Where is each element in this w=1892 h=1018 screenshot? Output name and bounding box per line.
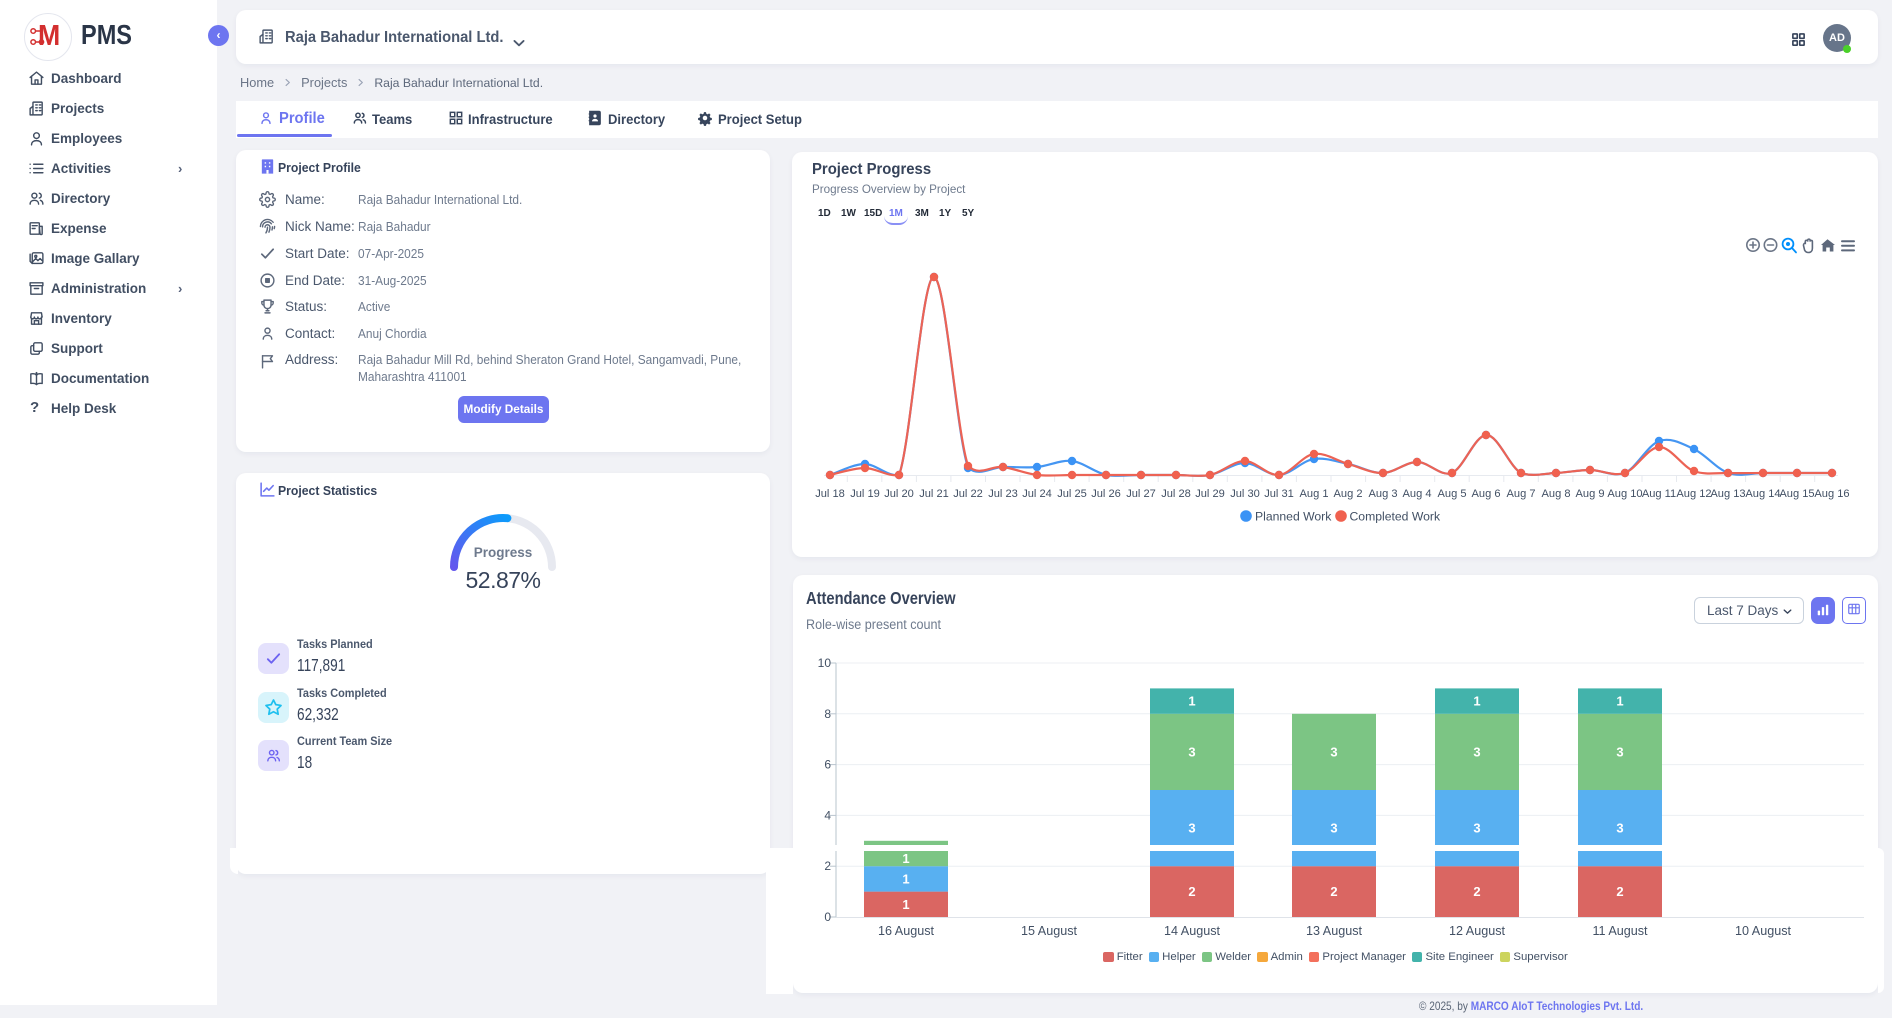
svg-text:Aug 16: Aug 16 [1814, 488, 1849, 500]
svg-text:Aug 4: Aug 4 [1403, 488, 1432, 500]
svg-text:1: 1 [902, 871, 909, 886]
svg-text:Aug 12: Aug 12 [1676, 488, 1711, 500]
svg-text:Aug 14: Aug 14 [1745, 488, 1780, 500]
svg-text:Jul 19: Jul 19 [850, 488, 880, 500]
svg-text:1: 1 [1616, 694, 1623, 709]
svg-text:Jul 26: Jul 26 [1091, 488, 1121, 500]
svg-text:Jul 28: Jul 28 [1161, 488, 1191, 500]
svg-text:Completed Work: Completed Work [1350, 510, 1441, 524]
svg-text:2: 2 [1616, 884, 1623, 899]
svg-text:16 August: 16 August [878, 924, 935, 938]
svg-text:12 August: 12 August [1449, 924, 1506, 938]
svg-text:Aug 1: Aug 1 [1300, 488, 1329, 500]
svg-text:Jul 21: Jul 21 [919, 488, 949, 500]
svg-text:Jul 23: Jul 23 [988, 488, 1018, 500]
svg-text:13 August: 13 August [1306, 924, 1363, 938]
svg-text:Jul 24: Jul 24 [1022, 488, 1052, 500]
svg-text:1: 1 [1188, 694, 1195, 709]
svg-text:Aug 3: Aug 3 [1369, 488, 1398, 500]
svg-text:Jul 20: Jul 20 [884, 488, 914, 500]
svg-text:3: 3 [1473, 821, 1480, 836]
svg-text:Jul 18: Jul 18 [815, 488, 845, 500]
svg-text:1: 1 [1473, 694, 1480, 709]
svg-text:4: 4 [824, 808, 831, 822]
svg-text:Aug 11: Aug 11 [1642, 488, 1676, 500]
svg-text:Aug 5: Aug 5 [1438, 488, 1467, 500]
svg-text:0: 0 [824, 910, 831, 924]
svg-text:Jul 25: Jul 25 [1057, 488, 1087, 500]
svg-text:3: 3 [1473, 744, 1480, 759]
svg-text:Jul 30: Jul 30 [1230, 488, 1260, 500]
svg-text:Aug 8: Aug 8 [1542, 488, 1571, 500]
svg-text:3: 3 [1188, 821, 1195, 836]
svg-text:3: 3 [1188, 744, 1195, 759]
svg-text:Aug 13: Aug 13 [1710, 488, 1745, 500]
svg-text:2: 2 [824, 859, 831, 873]
svg-text:1: 1 [902, 897, 909, 912]
svg-text:6: 6 [824, 758, 831, 772]
svg-text:Jul 29: Jul 29 [1195, 488, 1225, 500]
svg-text:Aug 15: Aug 15 [1779, 488, 1814, 500]
svg-text:Aug 6: Aug 6 [1472, 488, 1501, 500]
svg-text:11 August: 11 August [1592, 924, 1648, 938]
svg-text:8: 8 [824, 707, 831, 721]
svg-text:3: 3 [1330, 744, 1337, 759]
svg-text:15 August: 15 August [1021, 924, 1078, 938]
svg-text:2: 2 [1188, 884, 1195, 899]
svg-text:2: 2 [1473, 884, 1480, 899]
svg-text:3: 3 [1616, 744, 1623, 759]
svg-text:Aug 9: Aug 9 [1576, 488, 1605, 500]
svg-text:Jul 27: Jul 27 [1126, 488, 1156, 500]
svg-text:Aug 7: Aug 7 [1507, 488, 1536, 500]
svg-text:3: 3 [1616, 821, 1623, 836]
svg-text:Aug 10: Aug 10 [1607, 488, 1642, 500]
svg-text:1: 1 [902, 851, 909, 866]
svg-text:Jul 22: Jul 22 [953, 488, 983, 500]
svg-text:10: 10 [818, 656, 832, 670]
svg-text:Aug 2: Aug 2 [1334, 488, 1363, 500]
svg-text:2: 2 [1330, 884, 1337, 899]
svg-text:Jul 31: Jul 31 [1264, 488, 1294, 500]
svg-text:14 August: 14 August [1164, 924, 1221, 938]
svg-text:3: 3 [1330, 821, 1337, 836]
svg-text:Planned Work: Planned Work [1255, 510, 1332, 524]
svg-text:10 August: 10 August [1735, 924, 1792, 938]
